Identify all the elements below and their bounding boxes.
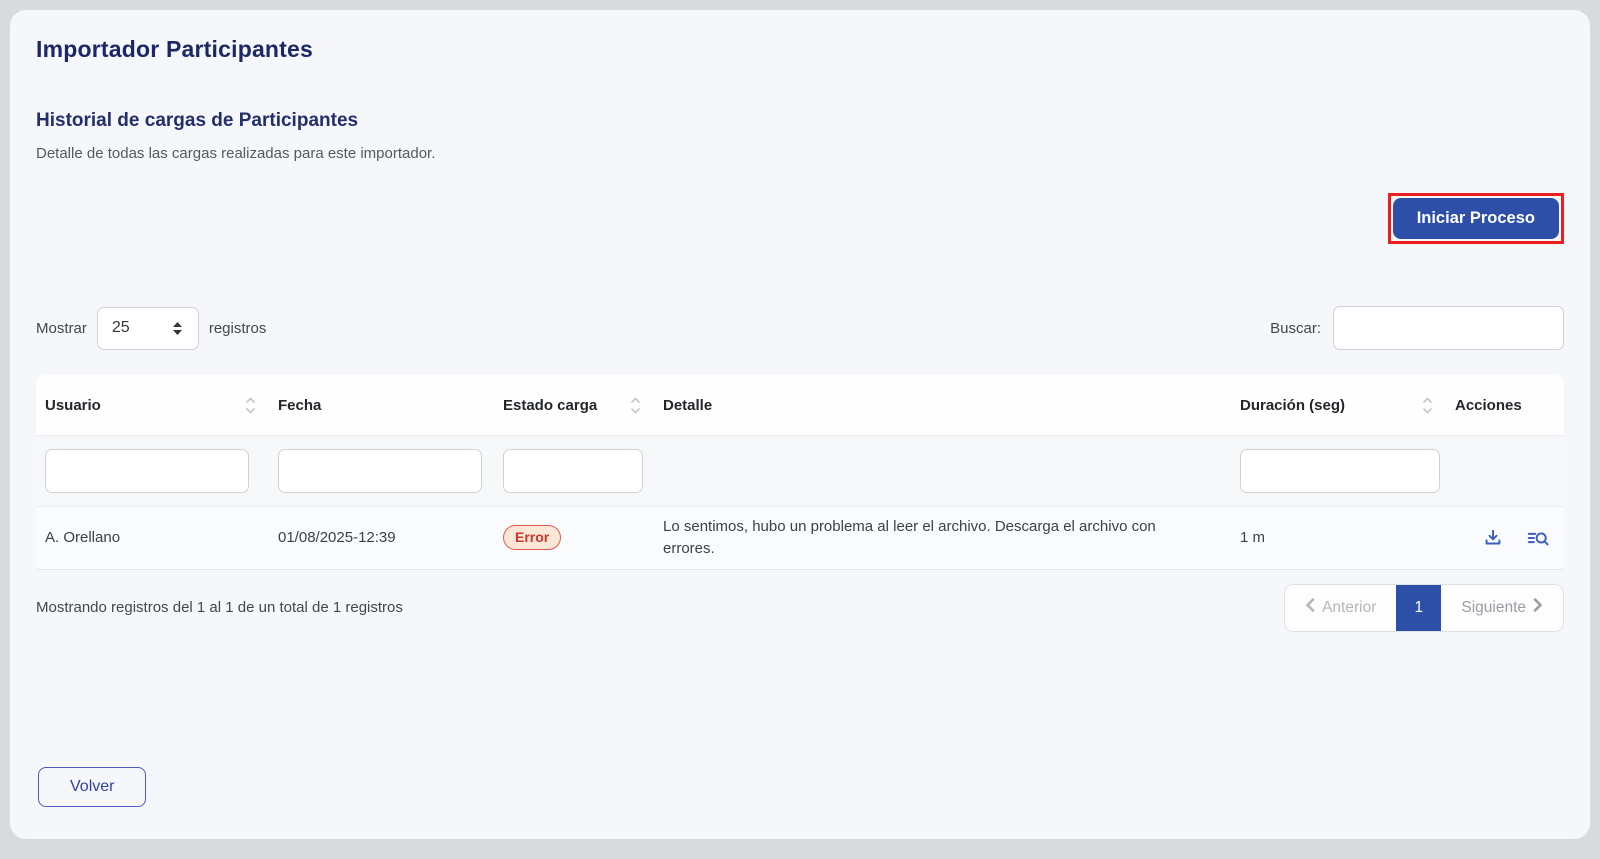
pagination: Anterior 1 Siguiente <box>1284 584 1564 632</box>
history-table: Usuario Fecha Estado carga Detalle Durac… <box>36 375 1564 570</box>
cell-detalle: Lo sentimos, hubo un problema al leer el… <box>654 507 1231 569</box>
filter-cell-detalle <box>654 436 1231 506</box>
column-header-detalle: Detalle <box>654 375 1231 435</box>
table-controls: Mostrar 25 registros Buscar: <box>36 306 1564 350</box>
sort-icon <box>629 396 642 415</box>
table-header-row: Usuario Fecha Estado carga Detalle Durac… <box>36 375 1564 436</box>
column-header-fecha: Fecha <box>269 375 494 435</box>
start-process-button[interactable]: Iniciar Proceso <box>1393 198 1559 239</box>
table-filter-row <box>36 436 1564 507</box>
page-size-select[interactable]: 25 <box>97 307 199 350</box>
show-label: Mostrar <box>36 320 87 337</box>
search-label: Buscar: <box>1270 320 1321 337</box>
page-length-control: Mostrar 25 registros <box>36 307 266 350</box>
filter-cell-acciones <box>1446 436 1564 506</box>
select-updown-icon <box>171 321 184 336</box>
chevron-right-icon <box>1533 598 1543 617</box>
highlight-annotation-box: Iniciar Proceso <box>1388 193 1564 244</box>
download-errors-button[interactable] <box>1482 527 1504 549</box>
records-summary: Mostrando registros del 1 al 1 de un tot… <box>36 599 403 616</box>
table-row: A. Orellano 01/08/2025-12:39 Error Lo se… <box>36 507 1564 569</box>
cell-fecha: 01/08/2025-12:39 <box>269 507 494 569</box>
view-details-button[interactable] <box>1526 527 1550 549</box>
table-footer: Mostrando registros del 1 al 1 de un tot… <box>36 584 1564 632</box>
cell-estado-carga: Error <box>494 507 654 569</box>
column-header-estado-carga[interactable]: Estado carga <box>494 375 654 435</box>
column-header-duracion[interactable]: Duración (seg) <box>1231 375 1446 435</box>
back-button[interactable]: Volver <box>38 767 146 807</box>
records-label: registros <box>209 320 267 337</box>
status-badge-error: Error <box>503 525 561 550</box>
filter-input-duracion[interactable] <box>1240 449 1440 493</box>
section-heading: Historial de cargas de Participantes <box>36 110 1564 132</box>
filter-input-estado[interactable] <box>503 449 643 493</box>
page-size-value: 25 <box>112 319 130 337</box>
cell-acciones <box>1446 507 1564 569</box>
action-row: Iniciar Proceso <box>36 193 1564 244</box>
filter-cell-fecha <box>269 436 494 506</box>
view-errors-icon <box>1526 537 1550 552</box>
filter-cell-duracion <box>1231 436 1446 506</box>
column-header-usuario[interactable]: Usuario <box>36 375 269 435</box>
search-control: Buscar: <box>1270 306 1564 350</box>
importer-page-card: Importador Participantes Historial de ca… <box>10 10 1590 839</box>
cell-usuario: A. Orellano <box>36 507 269 569</box>
filter-input-usuario[interactable] <box>45 449 249 493</box>
download-icon <box>1482 537 1504 552</box>
page-title: Importador Participantes <box>36 36 1564 63</box>
section-description: Detalle de todas las cargas realizadas p… <box>36 145 1564 162</box>
pagination-page-1[interactable]: 1 <box>1396 585 1441 631</box>
sort-icon <box>1421 396 1434 415</box>
pagination-previous-button[interactable]: Anterior <box>1285 585 1396 631</box>
sort-icon <box>244 396 257 415</box>
filter-cell-usuario <box>36 436 269 506</box>
filter-cell-estado <box>494 436 654 506</box>
cell-duracion: 1 m <box>1231 507 1446 569</box>
column-header-acciones: Acciones <box>1446 375 1564 435</box>
chevron-left-icon <box>1305 598 1315 617</box>
filter-input-fecha[interactable] <box>278 449 482 493</box>
pagination-next-button[interactable]: Siguiente <box>1441 585 1563 631</box>
back-row: Volver <box>38 767 146 807</box>
search-input[interactable] <box>1333 306 1564 350</box>
